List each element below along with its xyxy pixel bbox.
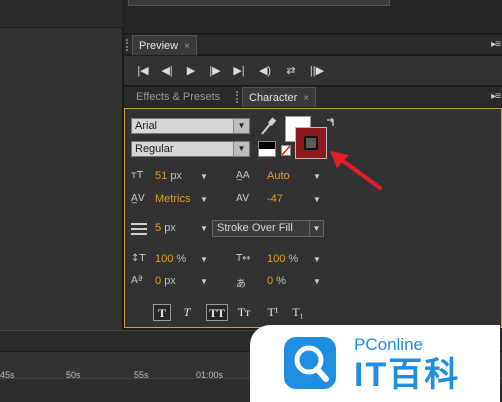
kerning-value[interactable]: Metrics (155, 193, 190, 205)
horizontal-scale-value[interactable]: 100 % (267, 253, 298, 265)
chevron-down-icon[interactable]: ▼ (313, 255, 321, 264)
kerning-icon: A̲V (131, 193, 145, 204)
chevron-down-icon[interactable]: ▼ (200, 195, 208, 204)
annotation-arrow-icon (330, 151, 382, 190)
black-white-swatch[interactable] (258, 141, 276, 157)
panel-menu-icon[interactable]: ▸≡ (491, 39, 501, 50)
no-color-icon[interactable] (281, 145, 291, 156)
font-size-icon: ᴛT (131, 170, 143, 181)
audio-icon[interactable]: ◀) (256, 63, 274, 79)
swap-colors-icon[interactable] (325, 116, 337, 128)
black-swatch (259, 142, 275, 149)
logo-text-pconline: PConline (354, 335, 423, 354)
previous-frame-icon[interactable]: ◀| (158, 63, 176, 79)
composition-strip (124, 0, 502, 34)
drag-grip-icon[interactable] (126, 39, 130, 51)
composition-frame (128, 0, 390, 6)
stroke-color-inner (304, 136, 318, 150)
tab-effects-presets[interactable]: Effects & Presets (130, 87, 226, 107)
ram-preview-icon[interactable]: ||▶ (308, 63, 326, 79)
chevron-down-icon[interactable]: ▼ (200, 255, 208, 264)
tracking-value[interactable]: -47 (267, 193, 283, 205)
font-style-value: Regular (135, 143, 174, 155)
chevron-down-icon[interactable]: ▼ (200, 277, 208, 286)
small-caps-button[interactable]: Tт (234, 304, 254, 321)
drag-grip-icon[interactable] (236, 91, 240, 103)
chevron-down-icon: ▼ (233, 142, 249, 156)
tab-preview[interactable]: Preview × (132, 35, 197, 55)
loop-icon[interactable]: ⇄ (282, 63, 300, 79)
last-frame-icon[interactable]: ▶| (230, 63, 248, 79)
character-panel-header: Effects & Presets Character × ▸≡ (124, 87, 502, 108)
preview-controls: |◀ ◀| ▶ |▶ ▶| ◀) ⇄ ||▶ (124, 56, 502, 86)
font-family-value: Arial (135, 120, 158, 132)
font-size-value[interactable]: 51 px (155, 170, 182, 182)
chevron-down-icon[interactable]: ▼ (313, 277, 321, 286)
first-frame-icon[interactable]: |◀ (134, 63, 152, 79)
leading-icon: A̲A (236, 170, 250, 181)
eyedropper-icon[interactable] (259, 116, 277, 136)
font-style-select[interactable]: Regular ▼ (131, 141, 250, 157)
horizontal-scale-icon: T↔ (236, 253, 251, 264)
panel-menu-icon[interactable]: ▸≡ (491, 91, 501, 102)
tab-character[interactable]: Character × (242, 87, 317, 107)
tsume-value[interactable]: 0 % (267, 275, 286, 287)
next-frame-icon[interactable]: |▶ (206, 63, 224, 79)
close-icon[interactable]: × (184, 41, 190, 52)
faux-italic-button[interactable]: T (178, 304, 196, 321)
vertical-scale-icon: ↕T (131, 253, 146, 264)
project-panel-top (0, 0, 123, 28)
chevron-down-icon[interactable]: ▼ (313, 172, 321, 181)
tab-character-label: Character (249, 92, 298, 104)
tab-preview-label: Preview (139, 40, 179, 52)
stroke-width-value[interactable]: 5 px (155, 222, 176, 234)
baseline-shift-icon: Aª (131, 275, 143, 286)
chevron-down-icon[interactable]: ▼ (313, 195, 321, 204)
stroke-color-swatch[interactable] (295, 127, 327, 159)
chevron-down-icon[interactable]: ▼ (200, 224, 208, 233)
leading-value[interactable]: Auto (267, 170, 290, 182)
chevron-down-icon: ▼ (309, 221, 323, 236)
faux-bold-button[interactable]: T (153, 304, 171, 321)
stroke-width-icon (131, 223, 147, 235)
superscript-button[interactable]: T¹ (264, 304, 282, 321)
baseline-shift-value[interactable]: 0 px (155, 275, 176, 287)
font-family-select[interactable]: Arial ▼ (131, 118, 250, 134)
tsume-icon: あ (236, 279, 246, 290)
subscript-button[interactable]: T₁ (289, 304, 307, 321)
preview-panel-header: Preview × ▸≡ (124, 35, 502, 55)
stroke-mode-value: Stroke Over Fill (217, 222, 293, 234)
stroke-mode-select[interactable]: Stroke Over Fill ▼ (212, 220, 324, 237)
chevron-down-icon: ▼ (233, 119, 249, 133)
logo-text-it: IT百科 (354, 356, 461, 394)
chevron-down-icon[interactable]: ▼ (200, 172, 208, 181)
vertical-scale-value[interactable]: 100 % (155, 253, 186, 265)
all-caps-button[interactable]: TT (206, 304, 228, 321)
logo-search-icon (284, 337, 336, 389)
tracking-icon: AV (236, 193, 250, 204)
close-icon[interactable]: × (303, 93, 309, 104)
play-icon[interactable]: ▶ (182, 63, 200, 79)
pconline-logo: PConline IT百科 (250, 325, 500, 402)
project-panel (0, 0, 123, 330)
